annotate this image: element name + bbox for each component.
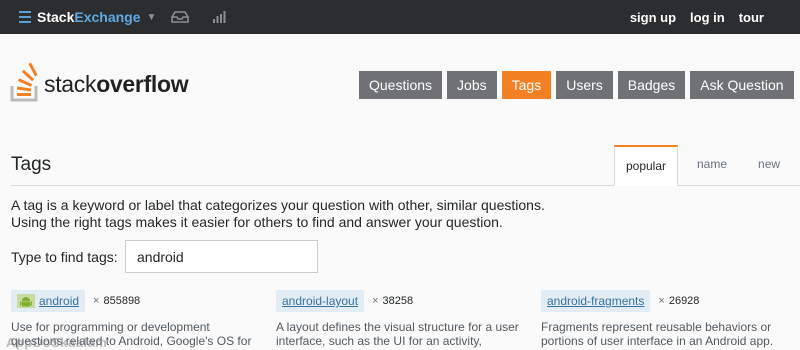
tag-count: 26928 (668, 295, 700, 307)
page-title: Tags (11, 154, 52, 175)
intro-line-1: A tag is a keyword or label that categor… (11, 197, 545, 213)
tags-intro: A tag is a keyword or label that categor… (11, 197, 545, 231)
main-nav: Questions Jobs Tags Users Badges Ask Que… (359, 71, 794, 99)
nav-jobs[interactable]: Jobs (447, 71, 497, 99)
tag-excerpt: Fragments represent reusable behaviors o… (541, 320, 799, 348)
nav-tags[interactable]: Tags (501, 71, 552, 99)
sign-up-link[interactable]: sign up (630, 10, 676, 25)
brand-exchange: Exchange (74, 9, 141, 25)
tour-link[interactable]: tour (739, 10, 764, 25)
stackexchange-icon (19, 11, 31, 23)
inbox-icon[interactable] (171, 10, 189, 29)
tag-card: android-layout × 38258 A layout defines … (276, 290, 534, 348)
find-tags-label: Type to find tags: (11, 249, 118, 265)
stackexchange-menu[interactable]: Stack Exchange ▼ (19, 9, 156, 25)
tag-android-layout[interactable]: android-layout (276, 290, 365, 312)
tab-new[interactable]: new (748, 145, 790, 186)
nav-badges[interactable]: Badges (617, 71, 686, 99)
logo-text-bold: overflow (96, 71, 189, 97)
stackoverflow-icon (10, 62, 38, 102)
tag-card: android-fragments × 26928 Fragments repr… (541, 290, 799, 348)
excerpt-line: interface, such as the UI for an activit… (276, 334, 482, 348)
nav-users[interactable]: Users (556, 71, 613, 99)
multiplier: × (93, 295, 100, 307)
excerpt-line: A layout defines the visual structure fo… (276, 320, 519, 334)
logo-text: stackoverflow (44, 71, 189, 97)
tag-label: android (39, 294, 80, 308)
logo-text-light: stack (44, 71, 97, 97)
tab-popular[interactable]: popular (614, 145, 678, 186)
tag-android-fragments[interactable]: android-fragments (541, 290, 651, 312)
ask-question-button[interactable]: Ask Question (690, 71, 794, 99)
nav-questions[interactable]: Questions (359, 71, 443, 99)
excerpt-line: Use for programming or development (11, 320, 210, 334)
intro-line-2: Using the right tags makes it easier for… (11, 214, 503, 230)
top-bar: Stack Exchange ▼ sign up log in tour (0, 0, 800, 34)
top-nav: sign up log in tour (616, 0, 764, 34)
multiplier: × (658, 295, 665, 307)
log-in-link[interactable]: log in (690, 10, 725, 25)
multiplier: × (372, 295, 379, 307)
chevron-down-icon: ▼ (146, 11, 157, 23)
tag-count: 38258 (382, 295, 414, 307)
excerpt-line: Fragments represent reusable behaviors o… (541, 320, 772, 334)
tag-count: 855898 (103, 295, 141, 307)
watermark: AppDoSkaalam (6, 335, 108, 350)
android-robot-icon (17, 294, 35, 308)
tab-name[interactable]: name (687, 145, 737, 186)
brand-stack: Stack (37, 9, 75, 25)
tag-excerpt: A layout defines the visual structure fo… (276, 320, 534, 348)
stackoverflow-logo[interactable]: stackoverflow (10, 60, 189, 102)
achievements-icon[interactable] (212, 10, 228, 29)
sort-tabs: popular name new (614, 145, 790, 186)
excerpt-line: portions of user interface in an Android… (541, 334, 774, 348)
tag-android[interactable]: android (11, 290, 86, 312)
find-tags-input[interactable] (125, 240, 318, 273)
